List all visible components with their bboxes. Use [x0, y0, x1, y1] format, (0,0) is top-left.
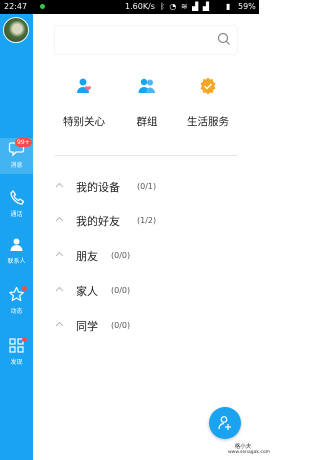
- network-rate: 1.60K/s: [125, 2, 155, 11]
- chevron-icon: [55, 182, 64, 188]
- unread-badge: 99+: [15, 138, 32, 147]
- watermark-url: www.senagak.com: [228, 450, 271, 455]
- signal-icon: ▟: [192, 2, 200, 11]
- quick-action-special-care[interactable]: 特别关心: [49, 76, 119, 129]
- new-moment-dot: [22, 286, 27, 291]
- chevron-icon: [55, 216, 64, 222]
- group-row-classmates[interactable]: 同学 (0/0): [55, 315, 245, 341]
- status-bar: 22:47 1.60K/s ᛒ ◔ ≋ ▟ ▟ ▮ 59%: [0, 0, 259, 14]
- phone-icon: [10, 190, 25, 205]
- group-icon: [138, 78, 155, 93]
- avatar[interactable]: [3, 17, 29, 43]
- sidebar-item-label: 通话: [10, 211, 23, 218]
- group-count: (0/0): [111, 286, 131, 295]
- chevron-icon: [55, 321, 64, 327]
- chevron-icon: [55, 286, 64, 292]
- signal-icon-2: ▟: [202, 2, 210, 11]
- quick-action-label: 群组: [136, 116, 158, 128]
- add-contact-button[interactable]: [209, 407, 241, 439]
- special-care-icon: [77, 78, 91, 93]
- new-discover-dot: [22, 337, 27, 342]
- sidebar-item-moments[interactable]: 动态: [0, 286, 33, 322]
- battery-percent: 59%: [238, 2, 256, 11]
- status-icons: ᛒ ◔ ≋ ▟ ▟: [160, 2, 210, 11]
- contacts-panel: 特别关心 群组 生活服务 我的设备 (0/1) 我的好友 (1/2) 朋友 (0…: [33, 14, 259, 460]
- sidebar: 99+ 消息 通话 联系人 动态 发现: [0, 14, 33, 460]
- status-time: 22:47: [4, 2, 28, 11]
- contacts-icon: [10, 238, 23, 251]
- search-icon[interactable]: [217, 32, 231, 46]
- sidebar-item-messages[interactable]: 99+ 消息: [0, 138, 33, 176]
- group-count: (1/2): [137, 216, 157, 225]
- group-name: 家人: [76, 285, 98, 298]
- quick-action-label: 生活服务: [187, 116, 229, 128]
- sidebar-item-contacts[interactable]: 联系人: [0, 236, 33, 272]
- sidebar-item-discover[interactable]: 发现: [0, 337, 33, 373]
- group-count: (0/0): [111, 321, 131, 330]
- group-row-friends[interactable]: 朋友 (0/0): [55, 245, 245, 271]
- group-count: (0/0): [111, 251, 131, 260]
- search-input[interactable]: [55, 26, 237, 54]
- sidebar-item-label: 联系人: [7, 258, 26, 265]
- sidebar-item-label: 消息: [10, 162, 23, 169]
- group-row-my-friends[interactable]: 我的好友 (1/2): [55, 210, 245, 236]
- notification-dot-icon: [40, 4, 45, 9]
- group-row-my-devices[interactable]: 我的设备 (0/1): [55, 176, 245, 202]
- sidebar-item-label: 发现: [10, 359, 23, 366]
- chevron-icon: [55, 251, 64, 257]
- battery-icon: ▮: [226, 2, 231, 11]
- divider: [55, 155, 237, 156]
- quick-action-groups[interactable]: 群组: [112, 76, 182, 129]
- bluetooth-icon: ᛒ: [160, 2, 166, 11]
- add-contact-icon: [218, 416, 231, 430]
- group-count: (0/1): [137, 182, 157, 191]
- group-name: 我的好友: [76, 215, 120, 228]
- sidebar-item-calls[interactable]: 通话: [0, 189, 33, 225]
- wifi-icon: ≋: [180, 2, 189, 11]
- life-service-icon: [200, 77, 216, 95]
- alarm-icon: ◔: [169, 2, 178, 11]
- watermark: 格小夫 www.senagak.com: [228, 442, 271, 460]
- group-name: 同学: [76, 320, 98, 333]
- group-row-family[interactable]: 家人 (0/0): [55, 280, 245, 306]
- group-name: 我的设备: [76, 181, 120, 194]
- quick-action-label: 特别关心: [63, 116, 105, 128]
- sidebar-item-label: 动态: [10, 308, 23, 315]
- group-name: 朋友: [76, 250, 98, 263]
- quick-action-life-services[interactable]: 生活服务: [173, 76, 243, 129]
